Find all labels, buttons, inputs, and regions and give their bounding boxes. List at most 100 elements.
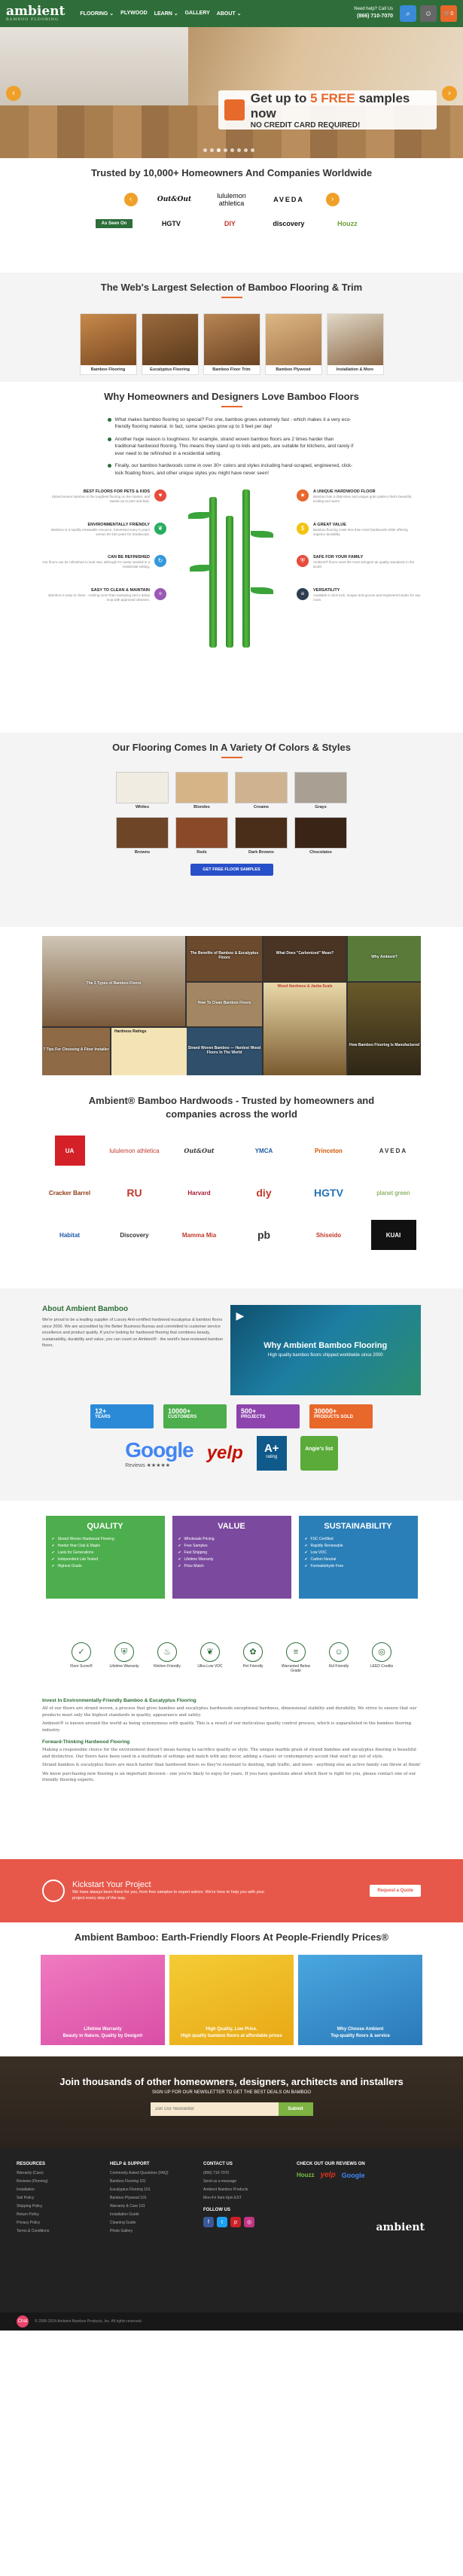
footer-link[interactable]: Terms & Conditions	[17, 2229, 99, 2233]
swatch-blondes[interactable]: Blondes	[175, 772, 228, 809]
facebook-icon[interactable]: f	[203, 2217, 214, 2227]
search-icon[interactable]: ⌕	[400, 5, 416, 22]
product-bamboo-plywood[interactable]: Bamboo Plywood	[264, 313, 322, 375]
logo-kuai: KUAI	[370, 1220, 416, 1251]
logo-habitat: Habitat	[59, 1231, 81, 1239]
swatch-browns[interactable]: Browns	[116, 817, 169, 855]
collage-tile[interactable]: What Does "Carbonized" Mean?	[263, 936, 346, 981]
shield-icon: ⛨	[114, 1642, 134, 1662]
compass-icon	[42, 1879, 65, 1902]
collage-tile[interactable]: 7 Tips For Choosing A Floor Installer	[42, 1028, 110, 1075]
seo-paragraph: Strand bamboo & eucalyptus floors are mu…	[42, 1763, 421, 1768]
nav-about[interactable]: ABOUT ⌄	[217, 11, 242, 17]
newsletter-email-input[interactable]	[150, 2102, 279, 2116]
houzz-link[interactable]: Houzz	[297, 2172, 315, 2178]
footer-message-link[interactable]: Send us a message	[203, 2179, 286, 2184]
chevron-right-icon[interactable]: ›	[442, 86, 457, 101]
footer-link[interactable]: Warranty (Care)	[17, 2171, 99, 2175]
nav-plywood[interactable]: PLYWOOD	[120, 11, 148, 17]
footer-link[interactable]: Shipping Policy	[17, 2204, 99, 2209]
card-high-quality[interactable]: High Quality, Low Price. High quality ba…	[169, 1955, 294, 2045]
google-reviews-badge[interactable]: Google Reviews ★★★★★	[125, 1438, 193, 1468]
kickstart-title: Kickstart Your Project	[72, 1879, 151, 1889]
play-icon[interactable]: ▶	[236, 1309, 245, 1322]
collage-tile[interactable]: How Bamboo Flooring Is Manufactured	[348, 983, 421, 1075]
collage-tile[interactable]: The Benefits of Bamboo & Eucalyptus Floo…	[187, 936, 262, 981]
kitchen-image	[0, 27, 188, 117]
footer-link[interactable]: Bamboo Flooring 101	[110, 2179, 193, 2184]
product-eucalyptus-flooring[interactable]: Eucalyptus Flooring	[141, 313, 199, 375]
footer-link[interactable]: Sell Policy	[17, 2196, 99, 2200]
product-bamboo-flooring[interactable]: Bamboo Flooring	[79, 313, 137, 375]
yelp-link[interactable]: yelp	[321, 2171, 336, 2179]
request-quote-button[interactable]: Request a Quote	[370, 1885, 421, 1897]
product-installation[interactable]: Installation & More	[326, 313, 384, 375]
star-icon: ★	[297, 489, 309, 501]
collage-tile[interactable]: Hardness Ratings	[111, 1028, 187, 1075]
footer-link[interactable]: Reviews (Flooring)	[17, 2179, 99, 2184]
cart-icon[interactable]: 🛒 0	[440, 5, 457, 22]
instagram-icon[interactable]: ◎	[244, 2217, 254, 2227]
carousel-dots[interactable]	[203, 148, 254, 152]
leaf-icon: ❦	[200, 1642, 220, 1662]
swatch-reds[interactable]: Reds	[175, 817, 228, 855]
card-why-ambient[interactable]: Why Choose Ambient Top-quality floors & …	[298, 1955, 422, 2045]
collage-tile[interactable]: The 3 Types of Bamboo Floors	[42, 936, 185, 1026]
chat-icon[interactable]: Chat	[17, 2315, 29, 2328]
card-lifetime-warranty[interactable]: Lifetime Warranty Beauty in Nature, Qual…	[41, 1955, 165, 2045]
collage-tile[interactable]: Strand Woven Bamboo — Hardest Wood Floor…	[187, 1028, 262, 1075]
footer-logo[interactable]: ambient	[297, 2221, 425, 2233]
why-title: Why Homeowners and Designers Love Bamboo…	[104, 391, 359, 402]
phone-block[interactable]: Need help? Call Us (866) 710-7070	[354, 7, 393, 20]
free-samples-button[interactable]: GET FREE FLOOR SAMPLES	[190, 864, 273, 876]
user-icon[interactable]: ☺	[420, 5, 437, 22]
swatch-creams[interactable]: Creams	[235, 772, 288, 809]
feature-pet: ✿ Pet Friendly	[236, 1642, 270, 1673]
main-menu: FLOORING ⌄ PLYWOOD LEARN ⌄ GALLERY ABOUT…	[80, 11, 241, 17]
collage-tile[interactable]: How To Clean Bamboo Floors	[187, 983, 262, 1026]
chevron-right-icon[interactable]: ›	[325, 193, 340, 206]
swatch-whites[interactable]: Whites	[116, 772, 169, 809]
footer-link[interactable]: Return Policy	[17, 2212, 99, 2217]
site-logo[interactable]: ambient BAMBOO FLOORING	[6, 5, 65, 22]
swatch-chocolates[interactable]: Chocolates	[294, 817, 347, 855]
nav-flooring[interactable]: FLOORING ⌄	[80, 11, 114, 17]
collage-tile[interactable]: Why Ambient?	[348, 936, 421, 981]
footer-link[interactable]: Privacy Policy	[17, 2221, 99, 2225]
footer-link[interactable]: Bamboo Plywood 101	[110, 2196, 193, 2200]
footer-link[interactable]: Cleaning Guide	[110, 2221, 193, 2225]
twitter-icon[interactable]: t	[217, 2217, 227, 2227]
swatch-dark-browns[interactable]: Dark Browns	[235, 817, 288, 855]
benefit-clean: ✧ EASY TO CLEAN & MAINTAIN Bamboo is easy …	[42, 587, 166, 603]
feature-low-voc: ❦ Ultra Low VOC	[193, 1642, 227, 1673]
product-bamboo-trim[interactable]: Bamboo Floor Trim	[203, 313, 260, 375]
logo-outandout: Out&Out	[157, 196, 192, 203]
about-video[interactable]: Why Ambient Bamboo Flooring High quality…	[230, 1305, 421, 1395]
broom-icon: ✧	[154, 587, 166, 600]
footer-link[interactable]: Commonly Asked Questions (FAQ)	[110, 2171, 193, 2175]
pinterest-icon[interactable]: p	[230, 2217, 241, 2227]
trust-title: Trusted by 10,000+ Homeowners And Compan…	[90, 167, 373, 178]
yelp-badge[interactable]: yelp	[207, 1443, 243, 1464]
hero-banner: ‹ › Get up to 5 FREE samples now NO CRED…	[0, 27, 463, 158]
swatch-grays[interactable]: Grays	[294, 772, 347, 809]
chevron-left-icon[interactable]: ‹	[123, 193, 138, 206]
footer-link[interactable]: Photo Gallery	[110, 2229, 193, 2233]
footer-link[interactable]: Warranty & Care 101	[110, 2204, 193, 2209]
footer-link[interactable]: Eucalyptus Flooring 101	[110, 2187, 193, 2192]
nav-gallery[interactable]: GALLERY	[185, 11, 210, 17]
bbb-badge[interactable]: A+ rating	[256, 1436, 287, 1471]
nav-learn[interactable]: LEARN ⌄	[154, 11, 178, 17]
dollar-icon: $	[297, 522, 309, 535]
collage-tile[interactable]: Wood Hardness & Janka Scale	[263, 983, 346, 1075]
logo-outandout: Out&Out	[184, 1147, 215, 1155]
angies-list-badge[interactable]: Angie's list	[300, 1436, 338, 1471]
footer-phone[interactable]: (866) 710-7070	[203, 2171, 286, 2175]
footer-link[interactable]: Installation Guide	[110, 2212, 193, 2217]
footer-link[interactable]: Installation	[17, 2187, 99, 2192]
newsletter-submit-button[interactable]: Submit	[278, 2102, 313, 2116]
chevron-left-icon[interactable]: ‹	[6, 86, 21, 101]
google-link[interactable]: Google	[342, 2172, 365, 2179]
free-samples-promo[interactable]: Get up to 5 FREE samples now NO CREDIT C…	[218, 90, 437, 130]
companies-section: Ambient® Bamboo Hardwoods - Trusted by h…	[0, 1085, 463, 1288]
